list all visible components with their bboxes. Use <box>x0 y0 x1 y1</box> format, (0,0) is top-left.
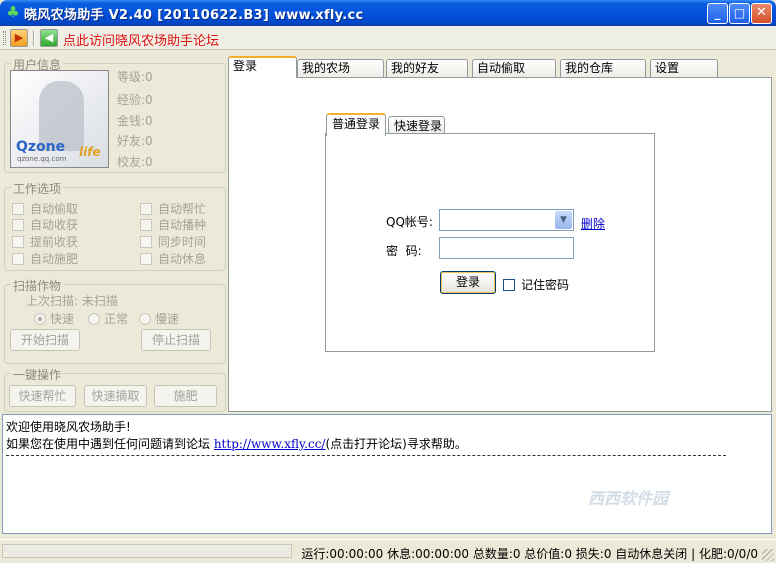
sound-icon[interactable]: ◀ <box>40 29 58 47</box>
quick-ops-title: 一键操作 <box>11 366 64 383</box>
resize-grip-icon[interactable] <box>762 549 774 561</box>
stat-level: 等级:0 <box>117 70 153 84</box>
status-bar: 运行:00:00:00 休息:00:00:00 总数量:0 总价值:0 损失:0… <box>0 539 776 563</box>
log-welcome: 欢迎使用晓风农场助手! <box>6 420 131 434</box>
radio-fast[interactable]: 快速 <box>34 310 74 327</box>
radio-dot[interactable] <box>88 313 100 325</box>
checkbox-box[interactable] <box>12 236 24 248</box>
tab-my-friends[interactable]: 我的好友 <box>386 59 468 78</box>
stat-exp: 经验:0 <box>117 93 153 107</box>
forum-link[interactable]: 点此访问晓风农场助手论坛 <box>63 30 219 49</box>
checkbox-box[interactable] <box>140 203 152 215</box>
checkbox-box[interactable] <box>12 203 24 215</box>
fertilize-button[interactable]: 施肥 <box>154 385 217 407</box>
password-input[interactable] <box>439 237 574 259</box>
qzone-logo: Qzone <box>16 139 66 155</box>
radio-normal[interactable]: 正常 <box>88 310 128 327</box>
work-options-title: 工作选项 <box>11 180 64 197</box>
start-scan-button[interactable]: 开始扫描 <box>10 329 80 351</box>
checkbox-box[interactable] <box>140 253 152 265</box>
tab-auto-steal[interactable]: 自动偷取 <box>472 59 556 78</box>
log-divider <box>6 455 726 456</box>
checkbox-early-harvest[interactable]: 提前收获 <box>12 233 78 250</box>
tab-my-farm[interactable]: 我的农场 <box>297 59 384 78</box>
checkbox-sync-time[interactable]: 同步时间 <box>140 233 206 250</box>
close-button[interactable]: ✕ <box>751 3 772 24</box>
password-label: 密 码: <box>386 244 422 258</box>
quick-pick-button[interactable]: 快速摘取 <box>84 385 147 407</box>
maximize-button[interactable]: □ <box>729 3 750 24</box>
checkbox-box[interactable] <box>12 253 24 265</box>
toolbar-separator <box>33 30 35 46</box>
subtab-normal-login[interactable]: 普通登录 <box>326 113 386 136</box>
title-bar[interactable]: ♣ 晓风农场助手 V2.40 [20110622.B3] www.xfly.cc… <box>0 0 776 26</box>
checkbox-auto-harvest[interactable]: 自动收获 <box>12 216 78 233</box>
qzone-url: qzone.qq.com <box>17 155 67 163</box>
checkbox-box[interactable] <box>140 236 152 248</box>
radio-dot[interactable] <box>34 313 46 325</box>
stop-scan-button[interactable]: 停止扫描 <box>141 329 211 351</box>
toolbar: ▶ ◀ 点此访问晓风农场助手论坛 <box>0 26 776 50</box>
tab-login[interactable]: 登录 <box>228 56 297 78</box>
watermark-logo: 西西软件园 <box>588 489 669 508</box>
remember-password-checkbox[interactable]: 记住密码 <box>503 276 569 293</box>
play-icon[interactable]: ▶ <box>10 29 28 47</box>
delete-account-link[interactable]: 删除 <box>581 215 605 232</box>
checkbox-box[interactable] <box>140 219 152 231</box>
checkbox-auto-sow[interactable]: 自动播种 <box>140 216 206 233</box>
minimize-button[interactable]: _ <box>707 3 728 24</box>
log-help-line: 如果您在使用中遇到任何问题请到论坛 http://www.xfly.cc/(点击… <box>6 437 467 451</box>
clover-icon: ♣ <box>6 3 20 21</box>
qq-account-combobox[interactable]: ▼ <box>439 209 574 231</box>
tab-my-warehouse[interactable]: 我的仓库 <box>560 59 646 78</box>
last-scan-label: 上次扫描: 未扫描 <box>26 294 118 308</box>
quick-help-button[interactable]: 快速帮忙 <box>9 385 76 407</box>
login-button[interactable]: 登录 <box>440 271 496 294</box>
radio-slow[interactable]: 慢速 <box>139 310 179 327</box>
qq-account-label: QQ帐号: <box>386 215 433 229</box>
checkbox-auto-fertilize[interactable]: 自动施肥 <box>12 250 78 267</box>
chevron-down-icon[interactable]: ▼ <box>555 211 572 229</box>
stat-classmates: 校友:0 <box>117 155 153 169</box>
radio-dot[interactable] <box>139 313 151 325</box>
tab-settings[interactable]: 设置 <box>650 59 718 78</box>
toolbar-grip[interactable] <box>3 31 6 45</box>
life-tag: life <box>79 145 101 159</box>
checkbox-auto-rest[interactable]: 自动休息 <box>140 250 206 267</box>
stat-money: 金钱:0 <box>117 114 153 128</box>
checkbox-auto-steal[interactable]: 自动偷取 <box>12 200 78 217</box>
status-text: 运行:00:00:00 休息:00:00:00 总数量:0 总价值:0 损失:0… <box>301 547 758 561</box>
window-title: 晓风农场助手 V2.40 [20110622.B3] www.xfly.cc <box>24 8 364 23</box>
checkbox-auto-help[interactable]: 自动帮忙 <box>140 200 206 217</box>
checkbox-box[interactable] <box>12 219 24 231</box>
checkbox-box[interactable] <box>503 279 515 291</box>
forum-url-link[interactable]: http://www.xfly.cc/ <box>214 437 326 451</box>
log-area[interactable]: 欢迎使用晓风农场助手! 如果您在使用中遇到任何问题请到论坛 http://www… <box>2 414 772 534</box>
stat-friends: 好友:0 <box>117 134 153 148</box>
progress-bar <box>2 544 292 558</box>
avatar: Qzone qzone.qq.com life <box>10 70 109 168</box>
